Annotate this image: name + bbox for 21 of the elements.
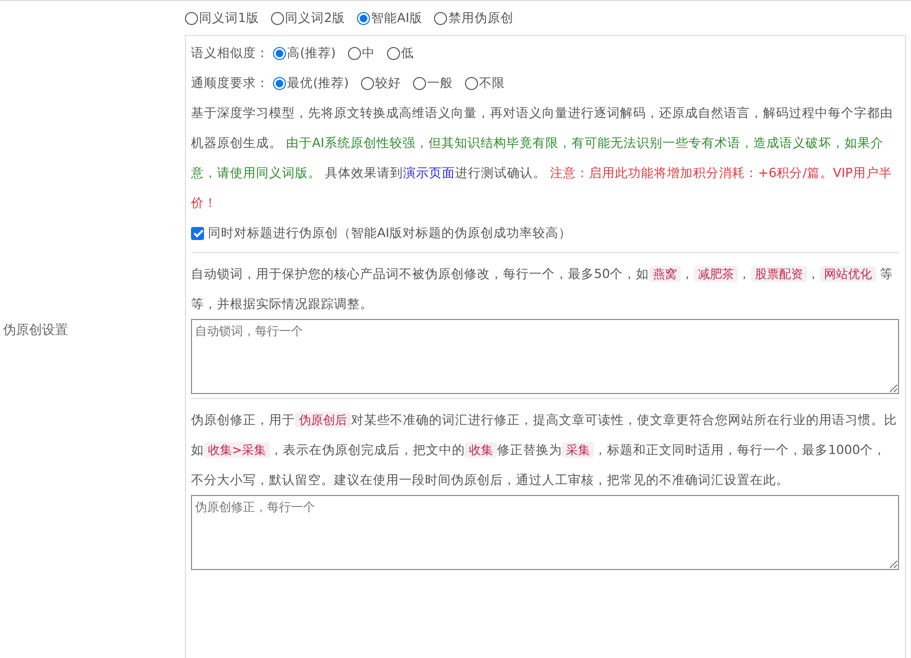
field-label: 语义相似度： [191, 44, 269, 62]
radio-option[interactable]: 中 [348, 44, 375, 62]
radio-option[interactable]: 低 [386, 44, 414, 62]
radio-option[interactable]: 较好 [360, 74, 401, 92]
radio-option[interactable]: 同义词2版 [271, 10, 346, 26]
radio-option[interactable]: 同义词1版 [185, 10, 260, 26]
corrections-field[interactable]: 伪原创修正，每行一个 [191, 495, 899, 570]
description-text: 基于深度学习模型，先将原文转换成高维语义向量，再对语义向量进行逐词解码，还原成自然语言，解码过程中每个字都由机器原创生成。 由于AI系统原创性较强，但其知识结构毕竟有限，有可能无法识别一些专有术语，造成语义破坏，如果介意，请使用同义词版。 具体效果请到演示页面进行测试确认。 注意：启用此功能将增加积分消耗：+6积分/篇。VIP用户半价！ [191, 104, 894, 212]
radio-option[interactable]: 不限 [464, 74, 505, 92]
corrections-description: 伪原创修正，用于 伪原创后 对某些不准确的词汇进行修正，提高文章可读性，使文章更符合您网站所在行业的用语习惯。比如 收集>采集 ，表示在伪原创完成后，把文中的 收集 修正替换为 采集 ，标题和正文同时适用，每行一个，最多1000个，不分大小写，默认留空。建议在使用一段时间伪原创后，通过人工审核，把常见的不准确词汇设置在此。 [191, 411, 898, 489]
row-label: 伪原创设置 [3, 322, 68, 338]
radio-option[interactable]: 高(推荐) [273, 44, 336, 62]
radio-option[interactable]: 禁用伪原创 [434, 10, 514, 26]
title-checkbox[interactable]: 同时对标题进行伪原创（智能AI版对标题的伪原创成功率较高） [191, 218, 572, 248]
radio-option[interactable]: 智能AI版 [357, 10, 422, 26]
demo-page-link[interactable]: 演示页面 [403, 165, 456, 180]
lock-words-field[interactable]: 自动锁词，每行一个 [191, 319, 899, 394]
field-label: 通顺度要求： [191, 74, 269, 92]
lock-words-description: 自动锁词，用于保护您的核心产品词不被伪原创修改，每行一个，最多50个，如 燕窝 ， 减肥茶 ， 股票配资 ， 网站优化 等等，并根据实际情况跟踪调整。 [191, 265, 894, 313]
radio-option[interactable]: 一般 [412, 74, 453, 92]
radio-option[interactable]: 最优(推荐) [273, 74, 349, 92]
